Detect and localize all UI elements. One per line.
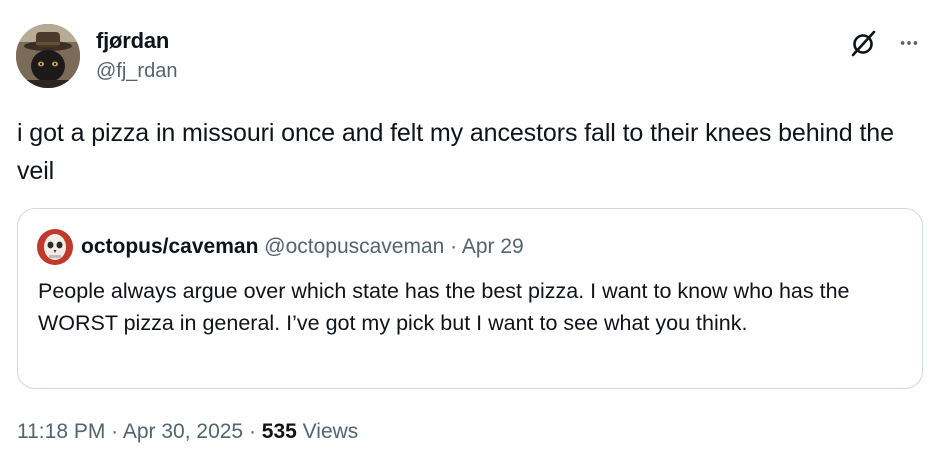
- quoted-meta-separator: ·: [444, 235, 462, 258]
- views-count[interactable]: 535: [262, 420, 297, 443]
- quoted-tweet-text: People always argue over which state has…: [38, 279, 850, 335]
- tweet-text: i got a pizza in missouri once and felt …: [17, 119, 894, 185]
- tweet-footer: 11:18 PM · Apr 30, 2025 · 535 Views: [17, 420, 358, 444]
- quoted-author-avatar[interactable]: [37, 229, 73, 265]
- tweet-card: fjørdan @fj_rdan i got a pizza in missou…: [0, 0, 946, 466]
- author-display-name[interactable]: fjørdan: [96, 28, 169, 54]
- more-options-icon[interactable]: [896, 30, 922, 56]
- cat-avatar-image: [16, 24, 80, 88]
- quoted-tweet-date[interactable]: Apr 29: [462, 235, 524, 258]
- footer-separator: ·: [105, 420, 123, 443]
- quoted-tweet[interactable]: octopus/caveman @octopuscaveman · Apr 29…: [17, 208, 923, 389]
- author-handle[interactable]: @fj_rdan: [96, 60, 177, 83]
- author-avatar[interactable]: [16, 24, 80, 88]
- tweet-date[interactable]: Apr 30, 2025: [123, 420, 243, 443]
- tweet-time[interactable]: 11:18 PM: [17, 420, 105, 443]
- skull-avatar-image: [37, 229, 73, 265]
- quoted-author-display-name[interactable]: octopus/caveman: [81, 235, 258, 258]
- quoted-author-handle[interactable]: @octopuscaveman: [264, 235, 444, 258]
- grok-icon[interactable]: [847, 28, 879, 58]
- footer-separator-2: ·: [243, 420, 262, 443]
- views-label: Views: [296, 420, 359, 443]
- quoted-tweet-header: octopus/caveman @octopuscaveman · Apr 29: [81, 235, 524, 259]
